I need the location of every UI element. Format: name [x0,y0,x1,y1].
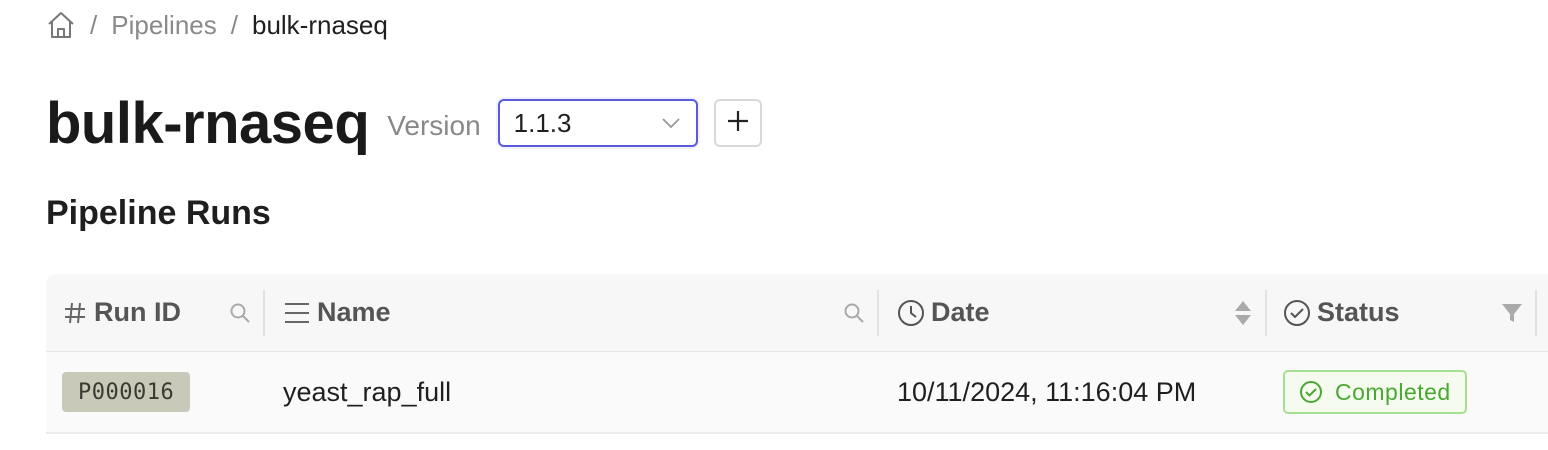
home-icon[interactable] [46,10,76,40]
filter-icon[interactable] [1501,302,1523,324]
version-select[interactable]: 1.1.3 [497,99,698,147]
column-header-name: Name [265,274,879,351]
column-header-label: Status [1317,297,1400,327]
page-title: bulk-rnaseq [46,90,370,156]
cell-status: Completed [1267,352,1537,432]
cell-name: yeast_rap_full [265,352,879,432]
column-header-date: Date [879,274,1267,351]
search-icon[interactable] [843,302,865,324]
column-header-label: Name [317,297,391,327]
status-label: Completed [1335,378,1451,405]
pipeline-runs-table: Run ID Name Date Status P000016 yeast_ra… [46,274,1548,434]
column-divider[interactable] [1535,290,1537,336]
version-select-value: 1.1.3 [513,107,572,138]
breadcrumb-pipelines-link[interactable]: Pipelines [111,10,217,41]
status-badge: Completed [1283,370,1467,414]
add-version-button[interactable] [713,99,762,147]
column-header-label: Run ID [94,297,181,327]
table-row[interactable]: P000016 yeast_rap_full 10/11/2024, 11:16… [46,352,1548,434]
section-title: Pipeline Runs [46,194,271,232]
cell-date: 10/11/2024, 11:16:04 PM [879,352,1267,432]
breadcrumb-separator: / [90,9,98,40]
chevron-down-icon [660,112,682,134]
table-header: Run ID Name Date Status [46,274,1548,352]
cell-run-id: P000016 [46,352,265,432]
search-icon[interactable] [229,302,251,324]
breadcrumb-separator: / [230,9,238,40]
run-name: yeast_rap_full [283,376,452,407]
run-date: 10/11/2024, 11:16:04 PM [897,376,1197,407]
breadcrumb-current: bulk-rnaseq [251,9,388,40]
check-circle-icon [1299,380,1323,404]
plus-icon [725,108,751,139]
column-header-run-id: Run ID [46,274,265,351]
title-row: bulk-rnaseq Version 1.1.3 [46,88,762,158]
sort-icon[interactable] [1233,299,1253,327]
version-label: Version [387,110,481,141]
clock-icon [897,299,925,327]
breadcrumb: / Pipelines / bulk-rnaseq [46,6,388,44]
run-id-badge[interactable]: P000016 [62,372,191,412]
column-header-status: Status [1267,274,1537,351]
list-icon [283,300,311,326]
hash-icon [62,300,88,326]
check-circle-icon [1283,299,1311,327]
column-header-label: Date [931,297,990,327]
